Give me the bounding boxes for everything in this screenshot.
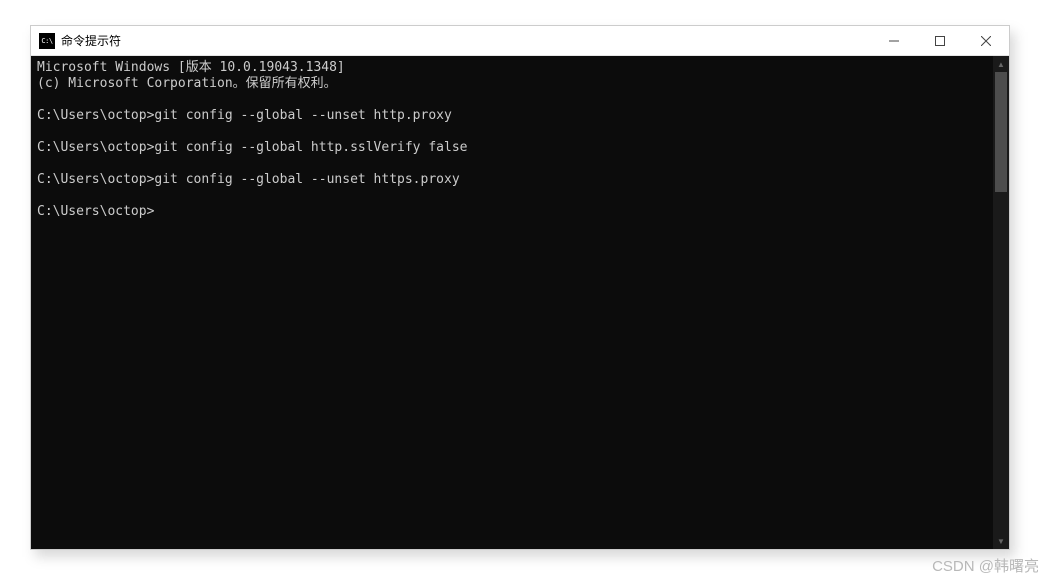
scroll-up-arrow[interactable]: ▲ xyxy=(993,56,1009,72)
watermark: CSDN @韩曙亮 xyxy=(932,555,1039,576)
maximize-button[interactable] xyxy=(917,26,963,55)
minimize-button[interactable] xyxy=(871,26,917,55)
terminal-output[interactable]: Microsoft Windows [版本 10.0.19043.1348] (… xyxy=(31,56,993,549)
scrollbar[interactable]: ▲ ▼ xyxy=(993,56,1009,549)
scroll-down-arrow[interactable]: ▼ xyxy=(993,533,1009,549)
scrollbar-thumb[interactable] xyxy=(995,72,1007,192)
cmd-icon: C:\ xyxy=(39,33,55,49)
titlebar[interactable]: C:\ 命令提示符 xyxy=(31,26,1009,56)
terminal-area: Microsoft Windows [版本 10.0.19043.1348] (… xyxy=(31,56,1009,549)
close-button[interactable] xyxy=(963,26,1009,55)
window-title: 命令提示符 xyxy=(61,32,121,49)
cmd-window: C:\ 命令提示符 Microsoft Windows [版本 10.0.190… xyxy=(30,25,1010,550)
window-controls xyxy=(871,26,1009,55)
